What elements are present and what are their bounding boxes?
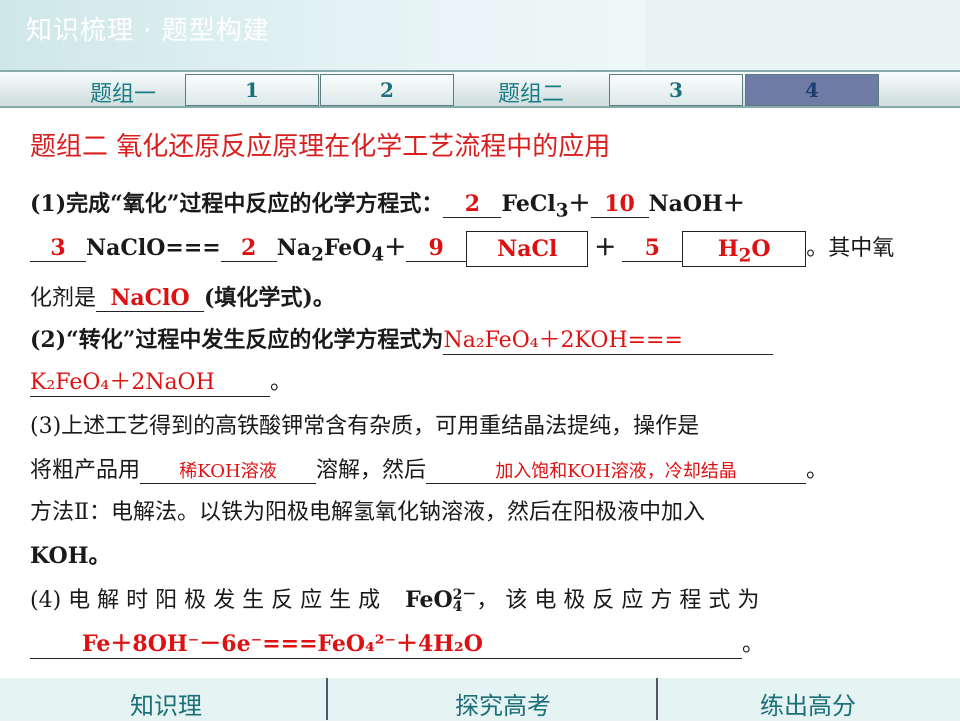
tab-2[interactable]: 2	[320, 74, 454, 106]
q2-text: (2)“转化”过程中发生反应的化学方程式为	[30, 327, 444, 353]
formula-naoh: NaOH＋	[648, 191, 745, 217]
plus: ＋	[568, 191, 591, 217]
nav-explore[interactable]: 探究高考	[455, 686, 551, 721]
sub-4: 4	[371, 244, 385, 266]
formula-fecl3: FeCl	[501, 191, 556, 217]
q3-text4: KOH。	[30, 543, 111, 569]
formula-na: Na	[276, 235, 312, 261]
q1-note: (填化学式)。	[204, 285, 335, 311]
answer-coef-2: 10	[604, 191, 635, 217]
q3-text3: 方法Ⅱ：电解法。以铁为阳极电解氢氧化钠溶液，然后在阳极液中加入	[30, 500, 705, 525]
header-band: 知识梳理 · 题型构建	[0, 0, 645, 70]
nav-knowledge[interactable]: 知识理	[130, 686, 202, 721]
q3-text2b: 溶解，然后	[316, 458, 427, 483]
content-area: 题组二 氧化还原反应原理在化学工艺流程中的应用 (1)完成“氧化”过程中反应的化…	[0, 108, 960, 678]
q1-line3: 化剂是 NaClO (填化学式)。	[30, 280, 335, 312]
page-title: 知识梳理 · 题型构建	[26, 16, 270, 46]
q4-text: (4) 电 解 时 阳 极 发 生 反 应 生 成	[30, 588, 381, 613]
q1-line2: 3 NaClO=== 2 Na2FeO4＋ 9 NaCl ＋ 5 H2O 。其中氧	[30, 230, 894, 267]
q3-text2a: 将粗产品用	[30, 458, 141, 483]
q1-text-oxidant: 化剂是	[30, 286, 97, 311]
q3-line3: 方法Ⅱ：电解法。以铁为阳极电解氢氧化钠溶液，然后在阳极液中加入	[30, 494, 705, 526]
q2-line1: (2)“转化”过程中发生反应的化学方程式为Na₂FeO₄＋2KOH===	[30, 322, 774, 355]
plus: ＋	[384, 235, 407, 261]
q4-line1: (4) 电 解 时 阳 极 发 生 反 应 生 成 FeO2－ 4， 该 电 极 …	[30, 582, 759, 614]
answer-q2-eq1: Na₂FeO₄＋2KOH===	[443, 328, 683, 353]
q2-end: 。	[270, 370, 293, 395]
answer-coef-3: 3	[50, 235, 66, 261]
tab-bar: 题组一 1 2 题组二 3 4	[0, 70, 960, 108]
q3-line2: 将粗产品用 稀KOH溶液 溶解，然后 加入饱和KOH溶液，冷却结晶 。	[30, 452, 828, 484]
q3-text1: (3)上述工艺得到的高铁酸钾常含有杂质，可用重结晶法提纯，操作是	[30, 414, 700, 439]
plus: ＋	[594, 235, 617, 261]
group-two-label: 题组二	[498, 82, 565, 107]
answer-coef-6: 5	[644, 235, 660, 261]
section-heading: 题组二 氧化还原反应原理在化学工艺流程中的应用	[30, 132, 611, 162]
q1-tail: 。其中氧	[806, 236, 895, 261]
formula-feo: FeO	[323, 235, 372, 261]
q1-line1: (1)完成“氧化”过程中反应的化学方程式： 2 FeCl3＋ 10 NaOH＋	[30, 186, 745, 221]
bottom-nav: 知识理 探究高考 练出高分	[0, 678, 960, 720]
answer-nacl: NaCl	[497, 236, 558, 262]
nav-practice[interactable]: 练出高分	[760, 686, 856, 721]
tab-1[interactable]: 1	[185, 74, 319, 106]
nav-divider	[326, 678, 328, 720]
answer-q3-method: 加入饱和KOH溶液，冷却结晶	[495, 461, 737, 482]
answer-h2o: H2O	[717, 236, 771, 267]
q3-line4: KOH。	[30, 538, 110, 570]
q4-text-b: ， 该 电 极 反 应 方 程 式 为	[476, 588, 760, 613]
answer-coef-4: 2	[241, 235, 257, 261]
q2-line2: K₂FeO₄＋2NaOH 。	[30, 364, 292, 397]
tab-4[interactable]: 4	[745, 74, 879, 106]
answer-q4-eq: Fe＋8OH⁻－6e⁻===FeO₄²⁻＋4H₂O	[82, 631, 483, 657]
answer-q2-eq2: K₂FeO₄＋2NaOH	[30, 370, 215, 395]
group-one-label: 题组一	[90, 82, 157, 107]
q3-line1: (3)上述工艺得到的高铁酸钾常含有杂质，可用重结晶法提纯，操作是	[30, 408, 699, 440]
formula-naclo: NaClO===	[86, 235, 221, 261]
answer-coef-1: 2	[464, 191, 481, 217]
answer-oxidant: NaClO	[110, 285, 190, 311]
tab-3[interactable]: 3	[609, 74, 743, 106]
answer-q3-solvent: 稀KOH溶液	[179, 461, 277, 482]
answer-coef-5: 9	[428, 235, 444, 261]
q4-line2: Fe＋8OH⁻－6e⁻===FeO₄²⁻＋4H₂O 。	[30, 626, 764, 659]
sub-3: 3	[555, 200, 569, 222]
q4-end: 。	[742, 632, 765, 657]
sub-2: 2	[311, 244, 324, 266]
ion-feo4: FeO2－ 4	[405, 587, 477, 615]
q1-text: (1)完成“氧化”过程中反应的化学方程式：	[30, 191, 444, 217]
nav-divider	[656, 678, 658, 720]
q3-text2c: 。	[806, 458, 829, 483]
